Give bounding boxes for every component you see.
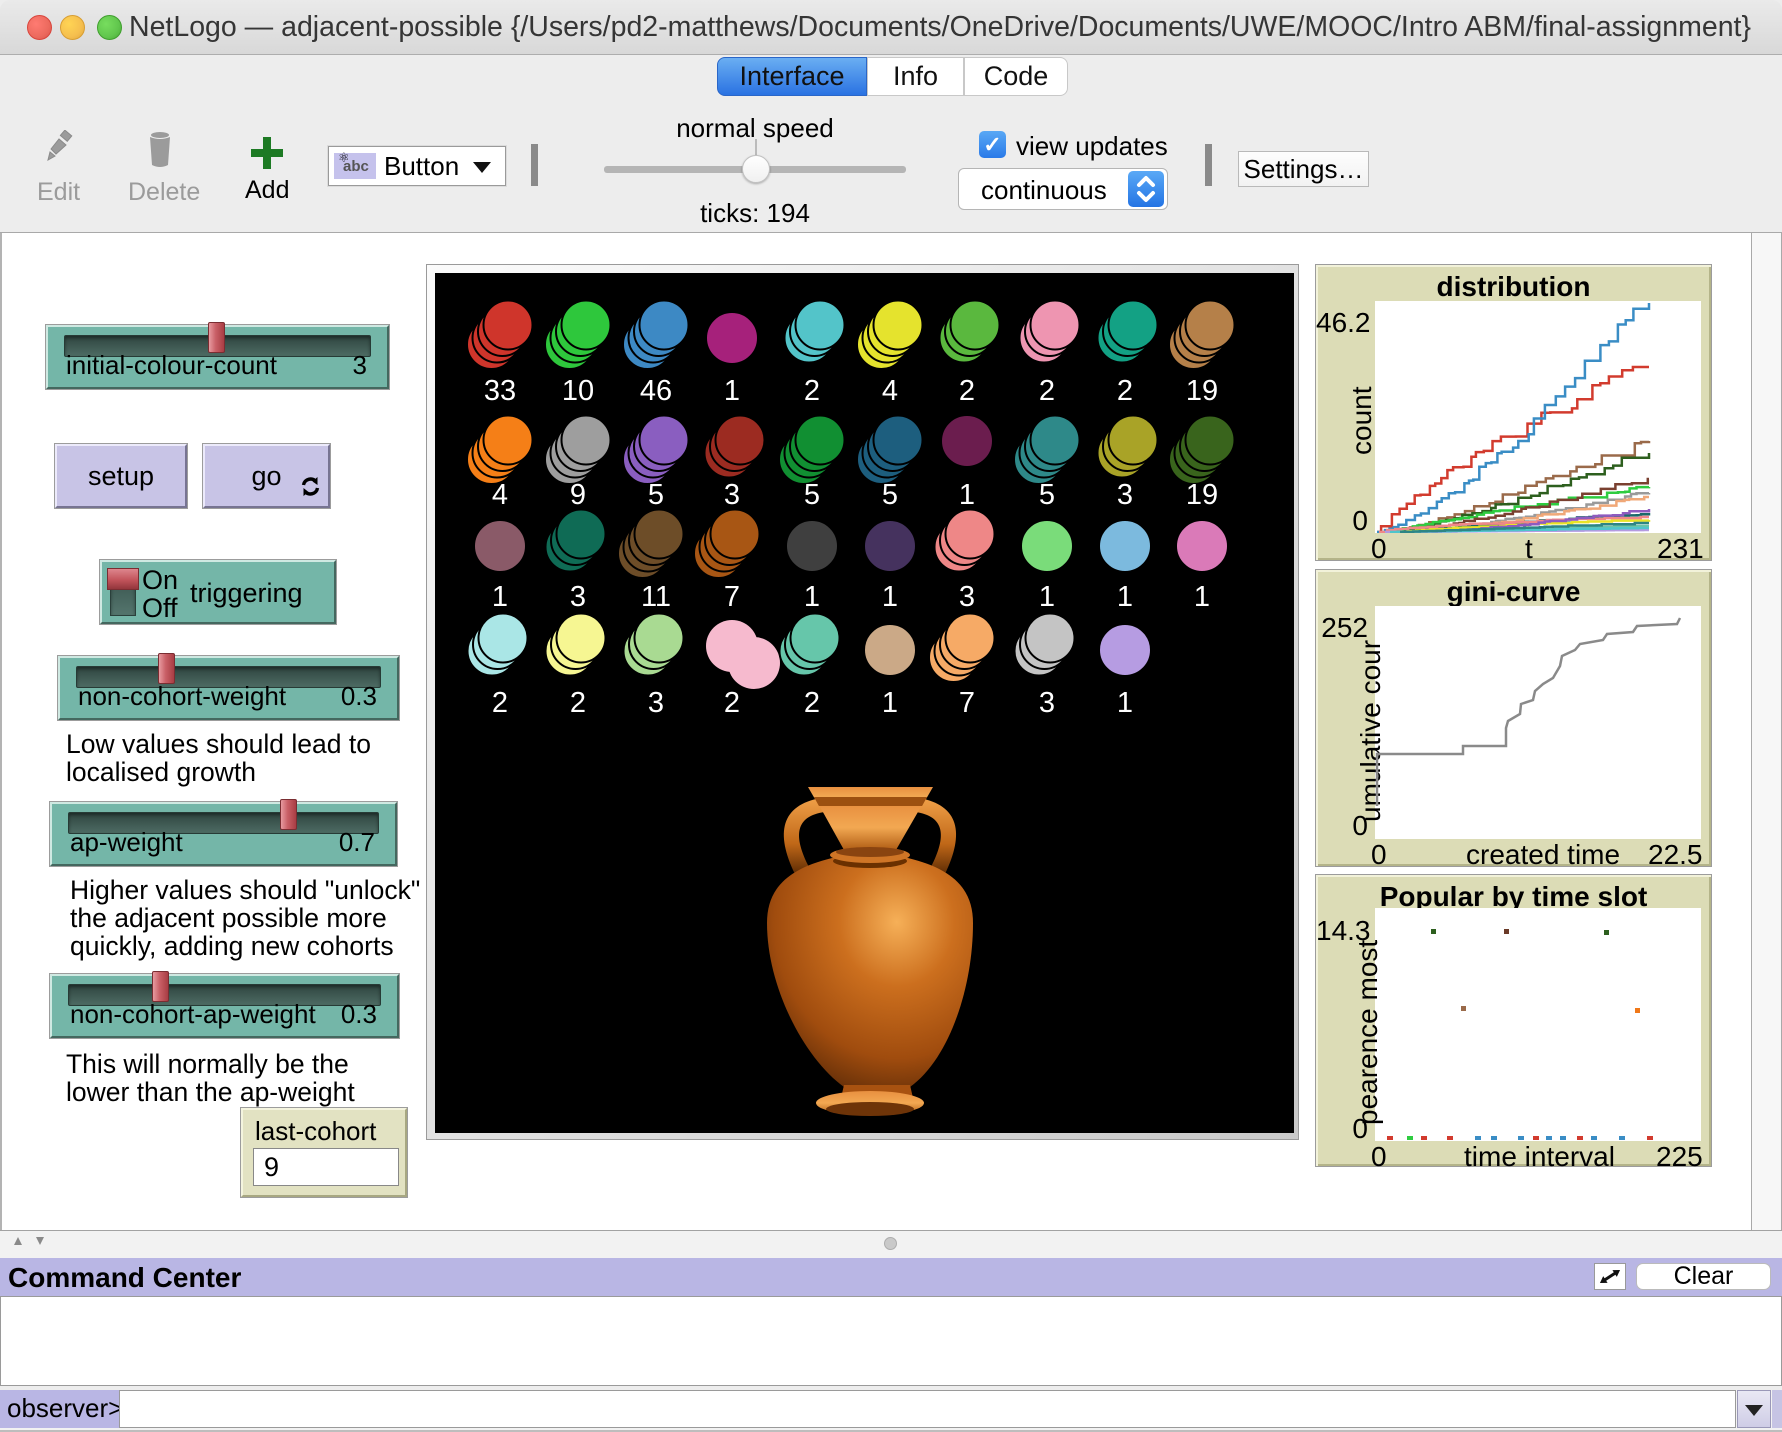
svg-text:5: 5 <box>882 479 898 511</box>
svg-text:1: 1 <box>724 375 740 407</box>
svg-text:19: 19 <box>1186 479 1218 511</box>
svg-text:1: 1 <box>959 479 975 511</box>
svg-text:46: 46 <box>640 375 672 407</box>
svg-text:2: 2 <box>1039 375 1055 407</box>
svg-text:7: 7 <box>724 581 740 613</box>
svg-text:2: 2 <box>804 687 820 719</box>
svg-text:1: 1 <box>882 687 898 719</box>
svg-text:2: 2 <box>959 375 975 407</box>
svg-text:1: 1 <box>1117 687 1133 719</box>
svg-text:3: 3 <box>570 581 586 613</box>
svg-text:4: 4 <box>882 375 898 407</box>
svg-text:2: 2 <box>724 687 740 719</box>
svg-text:1: 1 <box>492 581 508 613</box>
svg-text:10: 10 <box>562 375 594 407</box>
svg-text:2: 2 <box>570 687 586 719</box>
svg-text:7: 7 <box>959 687 975 719</box>
svg-text:3: 3 <box>959 581 975 613</box>
svg-text:5: 5 <box>648 479 664 511</box>
svg-text:1: 1 <box>882 581 898 613</box>
svg-text:19: 19 <box>1186 375 1218 407</box>
svg-text:2: 2 <box>492 687 508 719</box>
svg-text:2: 2 <box>804 375 820 407</box>
svg-text:33: 33 <box>484 375 516 407</box>
svg-text:5: 5 <box>804 479 820 511</box>
svg-text:4: 4 <box>492 479 508 511</box>
svg-text:3: 3 <box>648 687 664 719</box>
svg-text:3: 3 <box>1039 687 1055 719</box>
svg-text:1: 1 <box>804 581 820 613</box>
svg-text:11: 11 <box>641 581 671 613</box>
svg-text:2: 2 <box>1117 375 1133 407</box>
svg-text:9: 9 <box>570 479 586 511</box>
svg-text:1: 1 <box>1194 581 1210 613</box>
svg-text:5: 5 <box>1039 479 1055 511</box>
svg-text:1: 1 <box>1039 581 1055 613</box>
svg-text:1: 1 <box>1117 581 1133 613</box>
svg-text:3: 3 <box>1117 479 1133 511</box>
svg-text:3: 3 <box>724 479 740 511</box>
